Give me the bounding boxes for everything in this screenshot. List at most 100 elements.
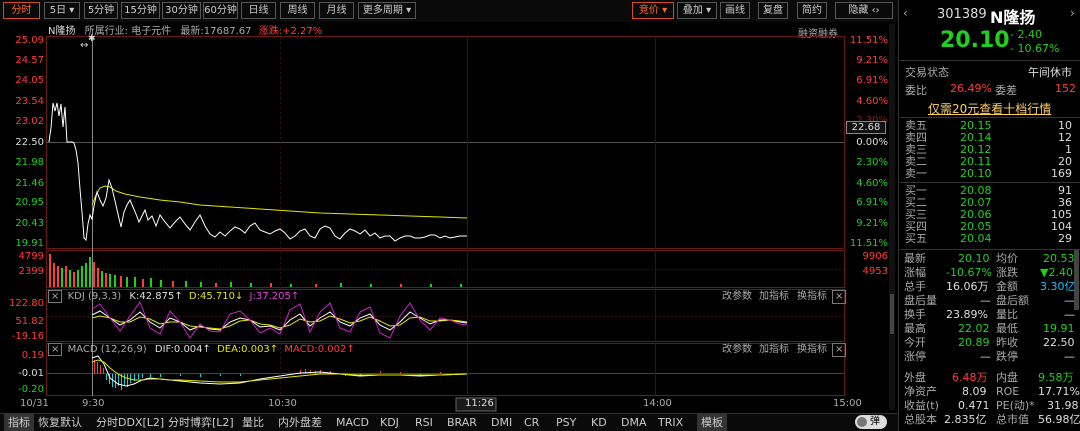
volume-bar bbox=[101, 271, 103, 287]
divider bbox=[900, 117, 1080, 118]
ask-row[interactable]: 卖五 20.15 10 bbox=[904, 120, 1080, 132]
ask-row[interactable]: 卖四 20.14 12 bbox=[904, 132, 1080, 144]
stat-value: ▼2.40 bbox=[1040, 266, 1073, 279]
stat-label: 涨跌 bbox=[996, 266, 1018, 279]
macd-close-icon[interactable]: × bbox=[48, 343, 63, 356]
volume-bar bbox=[460, 284, 462, 287]
macd-title: MACD (12,26,9) bbox=[67, 344, 147, 355]
macd-switch-indicator-button[interactable]: 换指标 bbox=[797, 344, 827, 356]
quote-price: 20.10 bbox=[940, 28, 1010, 53]
macd-bar bbox=[305, 369, 306, 374]
volume-bar bbox=[93, 262, 95, 287]
bid-row[interactable]: 买四 20.05 104 bbox=[904, 221, 1080, 233]
ask-row[interactable]: 卖三 20.12 1 bbox=[904, 144, 1080, 156]
macd-edit-params-button[interactable]: 改参数 bbox=[722, 344, 752, 356]
kdj-header: × KDJ (9,3,3) K:42.875↑ D:45.710↓ J:37.2… bbox=[48, 290, 299, 303]
tab-kd[interactable]: KD bbox=[591, 414, 607, 431]
tab-dma[interactable]: DMA bbox=[621, 414, 647, 431]
tab-indicator[interactable]: 指标 bbox=[4, 414, 34, 431]
ask-price: 20.10 bbox=[960, 167, 992, 180]
tab-restore-default[interactable]: 恢复默认 bbox=[38, 414, 82, 431]
bid-row[interactable]: 买一 20.08 91 bbox=[904, 185, 1080, 197]
chart-scrollbar[interactable] bbox=[889, 24, 895, 410]
macd-bar bbox=[220, 374, 221, 376]
tab-intraday-ddx[interactable]: 分时DDX[L2] bbox=[96, 414, 164, 431]
time-label: 14:00 bbox=[643, 398, 672, 409]
macd-bar bbox=[97, 362, 98, 374]
ask-label: 卖一 bbox=[905, 167, 927, 180]
crosshair-arrow-icon: ↔ bbox=[80, 40, 89, 51]
volume-bar bbox=[230, 282, 232, 287]
macd-bar bbox=[100, 365, 101, 374]
weibi-value: 26.49% bbox=[950, 82, 992, 95]
stat-value: 2.835亿 bbox=[944, 413, 987, 426]
volume-bar bbox=[73, 272, 75, 287]
popup-toggle[interactable]: 弹 bbox=[855, 415, 887, 429]
quote-scrollbar[interactable] bbox=[1074, 250, 1079, 310]
volume-bar bbox=[77, 270, 79, 287]
tab-macd[interactable]: MACD bbox=[336, 414, 369, 431]
tab-volume-ratio[interactable]: 量比 bbox=[242, 414, 264, 431]
stat-label: 净资产 bbox=[904, 385, 937, 398]
macd-bar bbox=[380, 371, 381, 374]
volume-bar bbox=[57, 266, 59, 287]
kdj-add-indicator-button[interactable]: 加指标 bbox=[759, 291, 789, 303]
trading-status-value: 午间休市 bbox=[1028, 66, 1072, 79]
tab-inner-outer-diff[interactable]: 内外盘差 bbox=[278, 414, 322, 431]
kdj-edit-params-button[interactable]: 改参数 bbox=[722, 291, 752, 303]
stat-label: ROE bbox=[996, 385, 1020, 398]
tab-rsi[interactable]: RSI bbox=[415, 414, 433, 431]
volume-bar bbox=[53, 263, 55, 287]
divider bbox=[900, 60, 1080, 61]
macd-bar bbox=[440, 372, 441, 374]
kdj-k-line bbox=[91, 310, 468, 331]
macd-add-indicator-button[interactable]: 加指标 bbox=[759, 344, 789, 356]
weibi-label: 委比 bbox=[905, 84, 927, 97]
tab-dmi[interactable]: DMI bbox=[491, 414, 512, 431]
macd-bar bbox=[150, 374, 151, 377]
macd-dea-value: DEA:0.003↑ bbox=[217, 344, 279, 355]
volume-bar bbox=[370, 284, 372, 287]
volume-bars bbox=[49, 254, 462, 287]
tab-template[interactable]: 模板 bbox=[697, 414, 727, 431]
macd-bar bbox=[200, 374, 201, 377]
stat-value: 8.09 bbox=[962, 385, 987, 398]
stat-label: 涨停 bbox=[904, 350, 926, 363]
macd-bar bbox=[240, 374, 241, 376]
stat-label: 总市值 bbox=[996, 413, 1029, 426]
kdj-close-icon[interactable]: × bbox=[48, 290, 63, 303]
tab-intraday-game[interactable]: 分时博弈[L2] bbox=[168, 414, 234, 431]
stat-value: 19.91 bbox=[1043, 322, 1075, 335]
tab-psy[interactable]: PSY bbox=[556, 414, 576, 431]
tab-trix[interactable]: TRIX bbox=[658, 414, 683, 431]
quote-next-icon[interactable]: › bbox=[1070, 6, 1075, 20]
stat-label: 昨收 bbox=[996, 336, 1018, 349]
kdj-close-icon[interactable]: × bbox=[832, 290, 847, 304]
stat-label: 最低 bbox=[996, 322, 1018, 335]
macd-close-icon[interactable]: × bbox=[832, 343, 847, 357]
bid-row[interactable]: 买五 20.04 29 bbox=[904, 233, 1080, 245]
tab-cr[interactable]: CR bbox=[524, 414, 539, 431]
volume-bar bbox=[185, 281, 187, 287]
kdj-tick: 51.82 bbox=[15, 316, 44, 327]
kdj-switch-indicator-button[interactable]: 换指标 bbox=[797, 291, 827, 303]
tab-brar[interactable]: BRAR bbox=[447, 414, 477, 431]
stat-value: 20.10 bbox=[958, 252, 990, 265]
tab-kdj[interactable]: KDJ bbox=[380, 414, 399, 431]
stat-value: — bbox=[980, 350, 991, 363]
kdj-title: KDJ (9,3,3) bbox=[67, 291, 122, 302]
weicha-value: 152 bbox=[1055, 82, 1076, 95]
time-label: 10:30 bbox=[268, 398, 297, 409]
level2-promo-link[interactable]: 仅需20元查看十档行情 bbox=[928, 100, 1051, 117]
macd-bar bbox=[130, 374, 131, 383]
quote-prev-icon[interactable]: ‹ bbox=[903, 6, 908, 20]
volume-bar bbox=[134, 277, 136, 287]
ask-row[interactable]: 卖一 20.10 169 bbox=[904, 168, 1080, 180]
scrollbar-thumb[interactable] bbox=[890, 294, 894, 334]
macd-tick: -0.20 bbox=[18, 384, 44, 395]
quote-code: 301389 bbox=[937, 7, 987, 22]
macd-header: × MACD (12,26,9) DIF:0.004↑ DEA:0.003↑ M… bbox=[48, 343, 355, 356]
volume-bar bbox=[49, 254, 51, 287]
stat-value: 22.02 bbox=[958, 322, 990, 335]
stat-label: 最新 bbox=[904, 252, 926, 265]
